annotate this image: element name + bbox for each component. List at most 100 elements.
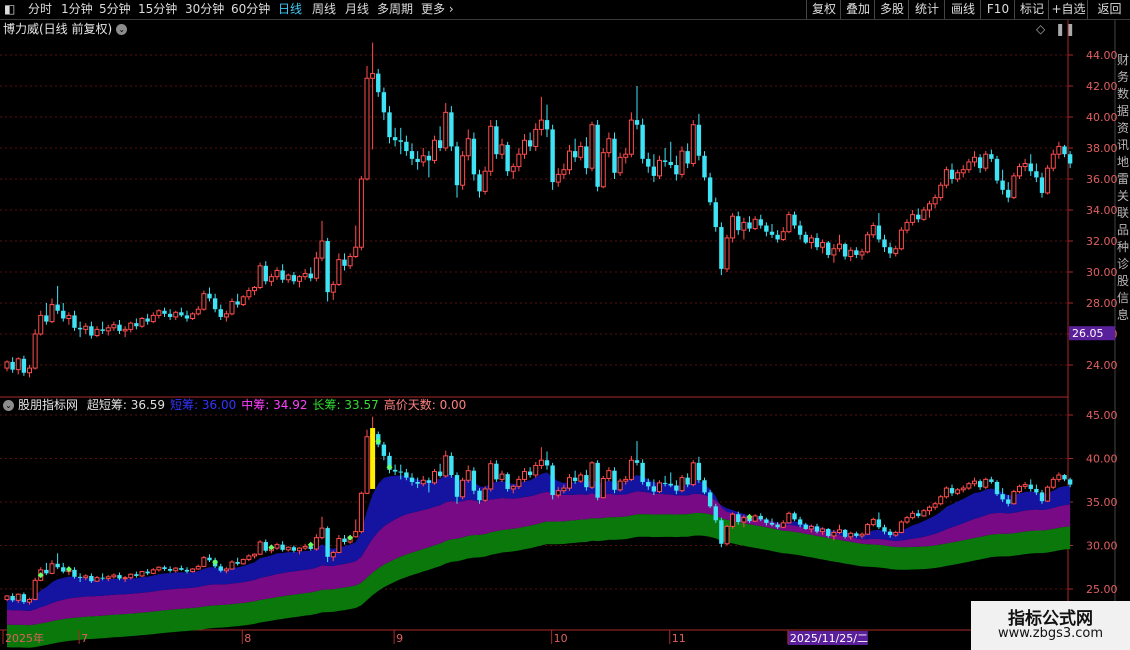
- indicator-candle-body: [938, 496, 944, 505]
- indicator-candle-body: [1067, 479, 1073, 485]
- indicator-candle-body: [1028, 484, 1033, 489]
- period-tab-0[interactable]: 分时: [28, 0, 52, 19]
- indicator-candle-body: [854, 533, 859, 536]
- main-candle-body: [572, 151, 578, 158]
- indicator-candle-body: [1034, 488, 1039, 493]
- indicator-candle-body: [826, 528, 831, 536]
- price-tick-label: 24.00: [1086, 359, 1118, 372]
- indicator-candle-body: [966, 483, 972, 489]
- main-candle-body: [870, 225, 876, 236]
- period-tab-2[interactable]: 5分钟: [99, 0, 131, 19]
- main-candle-body: [443, 111, 449, 149]
- toolbar-button-5[interactable]: F10: [980, 0, 1015, 19]
- main-candle-body: [218, 309, 223, 317]
- indicator-candle-body: [477, 490, 482, 501]
- period-tab-9[interactable]: 多周期: [377, 0, 413, 19]
- main-candle-body: [1045, 167, 1051, 194]
- indicator-candle-body: [156, 566, 162, 571]
- main-candle-body: [1034, 171, 1039, 178]
- side-strip-char: 讯: [1117, 138, 1129, 152]
- toolbar-button-8[interactable]: 返回: [1087, 0, 1130, 19]
- main-candle-body: [550, 129, 555, 183]
- main-candle-body: [55, 304, 60, 311]
- main-candle-body: [848, 249, 854, 258]
- price-tick-label: 28.00: [1086, 297, 1118, 310]
- indicator-candle-body: [89, 575, 94, 582]
- indicator-candle-body: [932, 503, 938, 508]
- main-candle-body: [606, 138, 612, 154]
- main-candle-body: [122, 328, 128, 332]
- main-candle-body: [392, 137, 398, 141]
- indicator-candle-body: [494, 463, 499, 480]
- main-candle-body: [865, 234, 871, 253]
- main-candle-body: [240, 296, 246, 306]
- indicator-candle-body: [820, 528, 826, 533]
- indicator-candle-body: [218, 566, 223, 571]
- main-candle-body: [471, 138, 477, 175]
- period-tab-3[interactable]: 15分钟: [138, 0, 177, 19]
- period-tab-6[interactable]: 日线: [278, 0, 302, 19]
- toolbar-button-6[interactable]: 标记: [1014, 0, 1049, 19]
- period-tab-7[interactable]: 周线: [312, 0, 336, 19]
- indicator-candle-body: [100, 577, 105, 579]
- price-tick-label: 32.00: [1086, 235, 1118, 248]
- main-candle-body: [190, 313, 196, 320]
- main-candle-body: [89, 326, 94, 336]
- toolbar-button-3[interactable]: 统计: [908, 0, 945, 19]
- indicator-candle-body: [432, 471, 437, 484]
- main-candle-body: [1017, 166, 1022, 177]
- indicator-candle-body: [437, 471, 443, 476]
- indicator-candle-body: [606, 470, 612, 480]
- panel-toggle-icon[interactable]: ◧: [4, 0, 15, 19]
- main-candle-body: [859, 251, 865, 256]
- indicator-candle-body: [1017, 485, 1022, 493]
- main-candle-body: [808, 237, 814, 244]
- indicator-candle-body: [600, 478, 606, 499]
- period-tab-5[interactable]: 60分钟: [231, 0, 270, 19]
- period-tab-10[interactable]: 更多 ›: [421, 0, 454, 19]
- kline-chart[interactable]: 44.00 42.00 40.00 38.00 36.00 34.00 32.00 30.00…: [0, 20, 1130, 650]
- main-candle-body: [882, 239, 887, 248]
- main-candle-body: [398, 140, 403, 142]
- indicator-tick-label: 35.00: [1086, 496, 1118, 509]
- main-candle-body: [297, 276, 302, 282]
- indicator-candle-body: [904, 517, 910, 523]
- indicator-candle-body: [150, 569, 156, 574]
- indicator-candle-body: [443, 455, 449, 477]
- indicator-candle-body: [567, 477, 572, 489]
- side-strip-char: 种: [1117, 240, 1129, 254]
- toolbar-button-7[interactable]: +自选: [1048, 0, 1088, 19]
- main-candle-body: [1011, 175, 1017, 199]
- indicator-candle-body: [162, 567, 167, 569]
- indicator-tick-label: 45.00: [1086, 409, 1118, 422]
- indicator-candle-body: [848, 532, 854, 538]
- main-candle-body: [72, 315, 77, 328]
- main-candle-body: [938, 184, 944, 199]
- indicator-candle-body: [690, 462, 696, 486]
- side-strip-char: 信: [1117, 291, 1129, 305]
- indicator-candle-body: [330, 551, 336, 558]
- main-candle-body: [966, 161, 972, 171]
- main-candle-body: [308, 273, 313, 279]
- period-tab-8[interactable]: 月线: [345, 0, 369, 19]
- indicator-candle-body: [758, 515, 763, 520]
- indicator-candle-body: [1050, 478, 1056, 488]
- main-candle-body: [263, 265, 268, 282]
- indicator-candle-body: [668, 483, 673, 486]
- indicator-candle-body: [949, 488, 955, 494]
- period-toolbar: ◧ 分时 1分钟 5分钟 15分钟 30分钟 60分钟 日线 周线 月线 多周期 更多 › 复权 叠加多…: [0, 0, 1130, 20]
- toolbar-button-2[interactable]: 多股: [874, 0, 909, 19]
- period-tab-1[interactable]: 1分钟: [61, 0, 93, 19]
- toolbar-button-1[interactable]: 叠加: [840, 0, 875, 19]
- indicator-candle-body: [898, 521, 904, 533]
- main-candle-body: [527, 140, 533, 147]
- toolbar-button-4[interactable]: 画线: [944, 0, 981, 19]
- main-candle-body: [994, 158, 1000, 181]
- main-candle-body: [837, 243, 842, 250]
- main-candle-body: [972, 156, 977, 163]
- indicator-candle-body: [252, 553, 257, 557]
- watermark-url: www.zbgs3.com: [997, 626, 1104, 641]
- main-candle-body: [381, 92, 387, 113]
- period-tab-4[interactable]: 30分钟: [185, 0, 224, 19]
- toolbar-button-0[interactable]: 复权: [806, 0, 841, 19]
